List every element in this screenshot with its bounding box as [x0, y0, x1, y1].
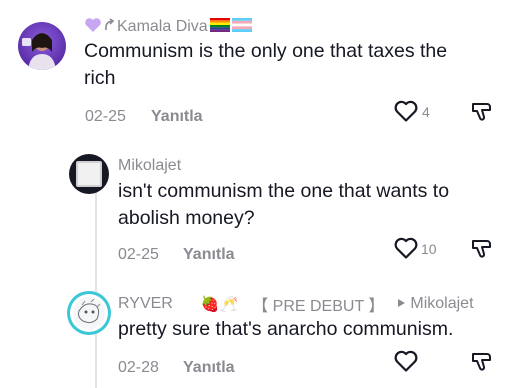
comment-username[interactable]: Mikolajet: [118, 157, 181, 175]
comment-username[interactable]: RYVER: [118, 295, 173, 313]
thread-line: [95, 192, 97, 388]
avatar-mikolajet[interactable]: [69, 154, 109, 194]
reply-to-username[interactable]: Mikolajet: [410, 295, 473, 313]
heart-outline-icon[interactable]: [393, 99, 419, 123]
reply-button[interactable]: Yanıtla: [151, 108, 203, 126]
comment-1-text: Communism is the only one that taxes the…: [84, 38, 447, 92]
link-glyph-icon: [103, 17, 117, 37]
comment-text-line: Communism is the only one that taxes the: [84, 40, 448, 62]
trans-flag-icon: [231, 17, 252, 37]
comment-username[interactable]: Kamala Diva: [117, 18, 208, 36]
avatar-sketch-icon: [73, 297, 105, 329]
play-triangle-icon: [396, 295, 406, 313]
heart-outline-icon[interactable]: [393, 236, 419, 260]
comment-date: 02-28: [118, 359, 159, 376]
like-count: 10: [421, 241, 437, 257]
comment-3-text: pretty sure that's anarcho communism.: [118, 316, 453, 343]
thumbs-down-icon[interactable]: [470, 237, 494, 261]
avatar-portrait-icon: [22, 33, 56, 70]
like-count: 4: [422, 104, 430, 120]
comment-text-line: isn't communism the one that wants to: [118, 180, 450, 202]
thumbs-down-icon[interactable]: [470, 100, 494, 124]
comment-date: 02-25: [118, 246, 159, 263]
reply-button[interactable]: Yanıtla: [183, 246, 235, 264]
avatar-kamala-diva[interactable]: [18, 22, 66, 70]
user-emoji: 🍓🥂: [200, 296, 239, 313]
reply-button[interactable]: Yanıtla: [183, 359, 235, 377]
comment-3-header: RYVER 🍓🥂 【 PRE DEBUT 】 Mikolajet: [118, 294, 474, 315]
comment-text-line: abolish money?: [118, 207, 255, 229]
purple-heart-icon: [84, 17, 102, 38]
comment-1-header: Kamala Diva: [84, 16, 252, 38]
avatar-placeholder-icon: [76, 161, 102, 187]
user-tag: 【 PRE DEBUT 】: [252, 298, 385, 315]
comment-text-line: rich: [84, 67, 116, 89]
heart-outline-icon[interactable]: [393, 349, 419, 373]
rainbow-flag-icon: [209, 17, 230, 37]
thumbs-down-icon[interactable]: [470, 350, 494, 374]
avatar-ryver[interactable]: [67, 291, 111, 335]
comment-2-text: isn't communism the one that wants to ab…: [118, 178, 449, 232]
comment-text-line: pretty sure that's anarcho communism.: [118, 318, 454, 340]
comment-date: 02-25: [85, 108, 126, 125]
